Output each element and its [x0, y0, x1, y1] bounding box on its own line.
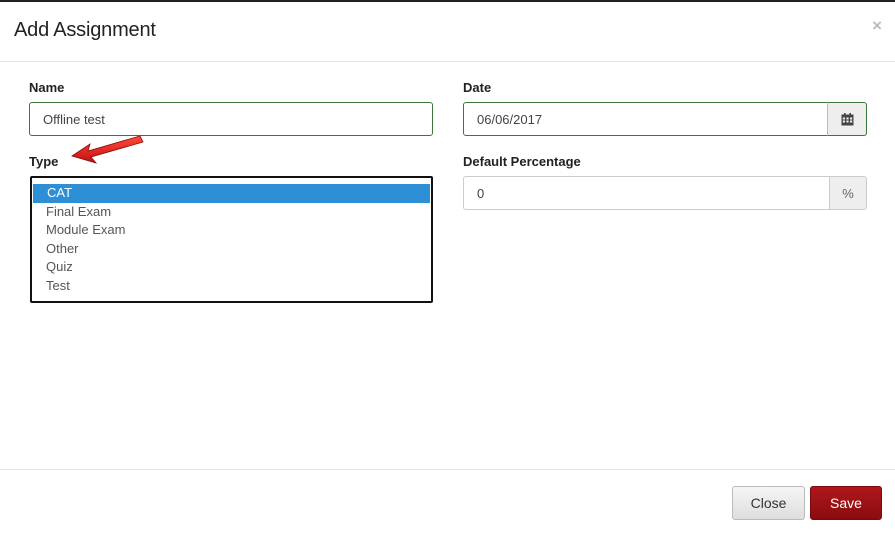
- red-arrow-annotation: [71, 135, 144, 164]
- type-label: Type: [29, 154, 59, 169]
- close-icon[interactable]: ×: [872, 16, 882, 36]
- name-input[interactable]: Offline test: [29, 102, 433, 136]
- type-option-cat[interactable]: CAT: [33, 184, 430, 203]
- add-assignment-modal: Add Assignment × Name Offline test Date …: [0, 0, 895, 535]
- save-button[interactable]: Save: [810, 486, 882, 520]
- type-option-other[interactable]: Other: [32, 240, 431, 259]
- calendar-button[interactable]: [827, 102, 867, 136]
- name-label: Name: [29, 80, 65, 95]
- calendar-icon: [841, 112, 853, 125]
- type-option-module-exam[interactable]: Module Exam: [32, 221, 431, 240]
- modal-header: Add Assignment ×: [0, 2, 895, 62]
- date-input[interactable]: 06/06/2017: [463, 102, 828, 136]
- type-listbox[interactable]: CAT Final Exam Module Exam Other Quiz Te…: [30, 176, 433, 303]
- percent-addon: %: [829, 176, 867, 210]
- type-option-test[interactable]: Test: [32, 277, 431, 296]
- date-label: Date: [463, 80, 492, 95]
- default-percentage-input[interactable]: 0: [463, 176, 830, 210]
- default-percentage-label: Default Percentage: [463, 154, 581, 169]
- modal-title: Add Assignment: [14, 19, 156, 41]
- type-option-final-exam[interactable]: Final Exam: [32, 203, 431, 222]
- type-option-quiz[interactable]: Quiz: [32, 258, 431, 277]
- close-button[interactable]: Close: [732, 486, 805, 520]
